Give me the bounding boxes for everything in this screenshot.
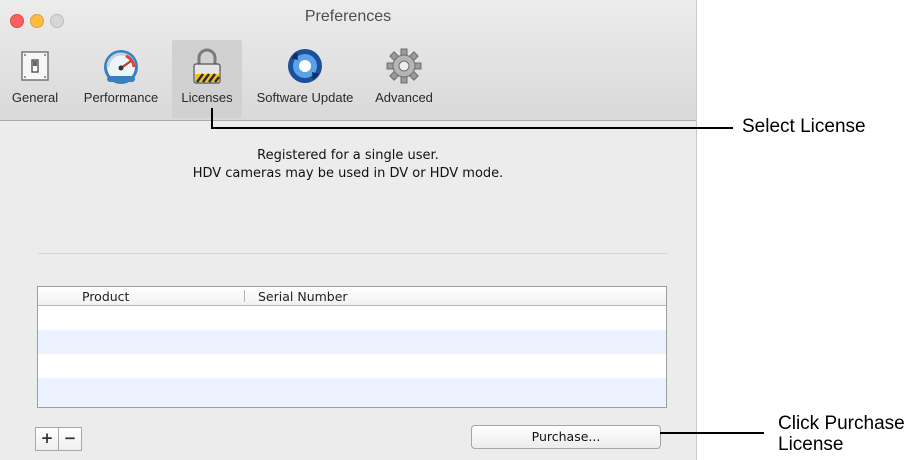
- purchase-callout: Click Purchase License: [778, 413, 905, 455]
- tab-advanced[interactable]: Advanced: [366, 40, 442, 118]
- column-header-product[interactable]: Product: [82, 289, 129, 304]
- select-license-pointer: [211, 108, 213, 129]
- table-row[interactable]: [38, 354, 666, 378]
- select-license-pointer-line: [211, 127, 733, 129]
- speedometer-icon: [104, 50, 138, 84]
- divider: [38, 253, 668, 254]
- gear-icon: [386, 48, 422, 84]
- tab-licenses[interactable]: Licenses: [172, 40, 242, 118]
- window-title: Preferences: [304, 8, 392, 25]
- tab-general[interactable]: General: [6, 40, 64, 118]
- table-row[interactable]: [38, 330, 666, 354]
- column-separator: [244, 290, 245, 302]
- tab-software-update-label: Software Update: [256, 90, 354, 105]
- remove-license-button[interactable]: −: [58, 427, 82, 451]
- select-license-callout: Select License: [742, 116, 866, 137]
- add-license-button[interactable]: +: [35, 427, 59, 451]
- tab-advanced-label: Advanced: [375, 90, 433, 105]
- tab-software-update[interactable]: Software Update: [244, 40, 366, 118]
- purchase-pointer-line: [660, 432, 764, 434]
- tab-performance-label: Performance: [83, 90, 159, 105]
- tab-performance[interactable]: Performance: [72, 40, 170, 118]
- update-arrows-icon: [288, 49, 322, 83]
- purchase-callout-line1: Click Purchase: [778, 413, 905, 434]
- purchase-button[interactable]: Purchase...: [471, 425, 661, 449]
- licenses-pane: Registered for a single user. HDV camera…: [0, 121, 696, 460]
- table-row[interactable]: [38, 378, 666, 407]
- padlock-icon: [193, 48, 221, 84]
- switch-icon: [21, 51, 49, 81]
- tab-general-label: General: [11, 90, 59, 105]
- table-header: Product Serial Number: [38, 287, 666, 306]
- column-header-serial-number[interactable]: Serial Number: [258, 289, 348, 304]
- title-bar: Preferences General Performance Licenses…: [0, 0, 696, 121]
- tab-licenses-label: Licenses: [181, 90, 233, 105]
- purchase-callout-line2: License: [778, 434, 844, 455]
- registration-status: Registered for a single user.: [257, 148, 439, 163]
- table-row[interactable]: [38, 306, 666, 330]
- preferences-window: Preferences General Performance Licenses…: [0, 0, 696, 460]
- registration-mode: HDV cameras may be used in DV or HDV mod…: [192, 166, 504, 181]
- license-table[interactable]: Product Serial Number: [37, 286, 667, 408]
